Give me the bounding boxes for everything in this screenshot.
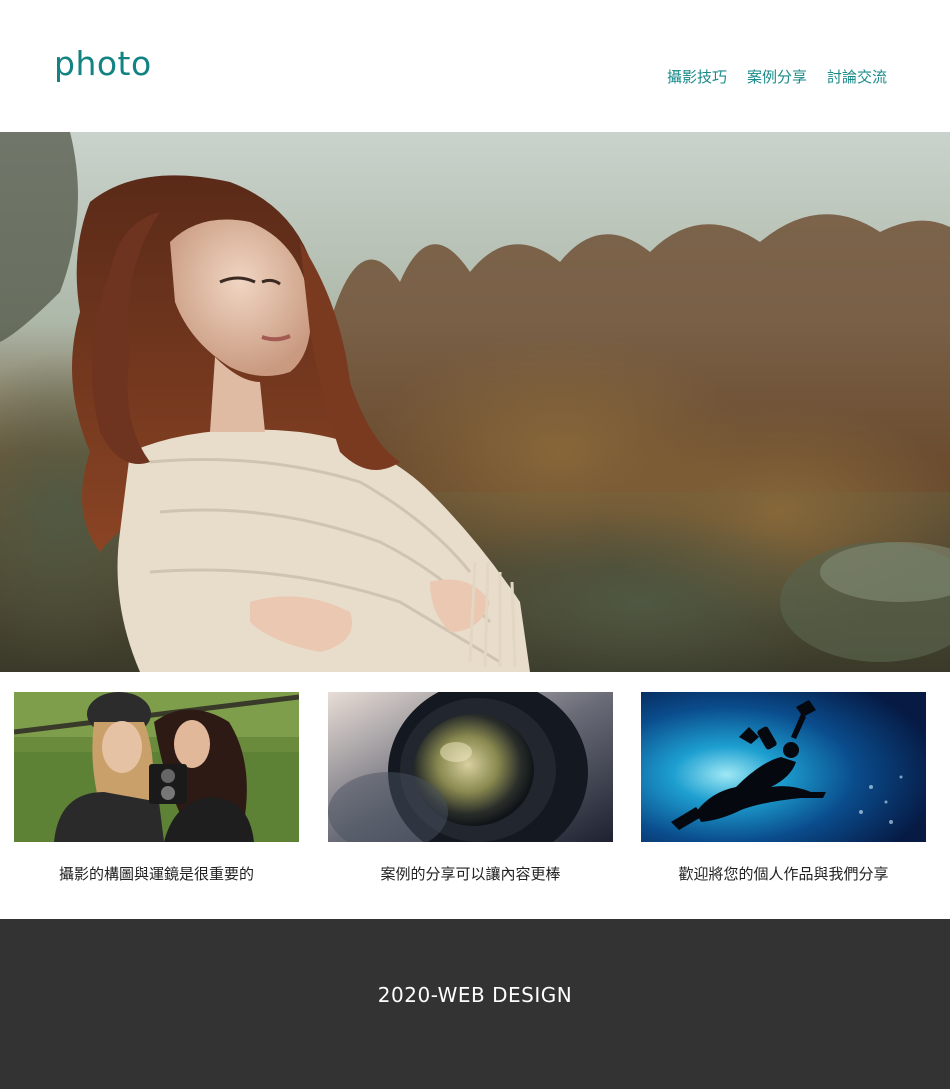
feature-card-share-works[interactable]: 歡迎將您的個人作品與我們分享: [641, 692, 926, 884]
site-header: photo 攝影技巧 案例分享 討論交流: [0, 0, 950, 132]
hero-banner: [0, 132, 950, 672]
card-image-scuba-diver: [641, 692, 926, 842]
feature-card-case-sharing[interactable]: 案例的分享可以讓內容更棒: [328, 692, 613, 884]
feature-card-composition[interactable]: 攝影的構圖與運鏡是很重要的: [14, 692, 299, 884]
card-caption: 案例的分享可以讓內容更棒: [380, 865, 561, 883]
card-caption: 攝影的構圖與運鏡是很重要的: [58, 865, 254, 883]
footer-copyright: 2020-WEB DESIGN: [377, 983, 573, 1007]
feature-cards: 攝影的構圖與運鏡是很重要的 案例的分享可以讓內容更棒 歡迎將您的個人作品與我們分…: [0, 692, 950, 892]
nav-link-photography-tips[interactable]: 攝影技巧: [667, 66, 727, 87]
main-nav: 攝影技巧 案例分享 討論交流: [667, 66, 887, 87]
card-image-friends-camera: [14, 692, 299, 842]
card-image-camera-lens: [328, 692, 613, 842]
site-footer: 2020-WEB DESIGN: [0, 919, 950, 1089]
site-logo[interactable]: photo: [54, 44, 152, 83]
nav-link-case-sharing[interactable]: 案例分享: [747, 66, 807, 87]
hero-image: [0, 132, 950, 672]
card-caption: 歡迎將您的個人作品與我們分享: [678, 865, 889, 883]
nav-link-discussion[interactable]: 討論交流: [827, 66, 887, 87]
